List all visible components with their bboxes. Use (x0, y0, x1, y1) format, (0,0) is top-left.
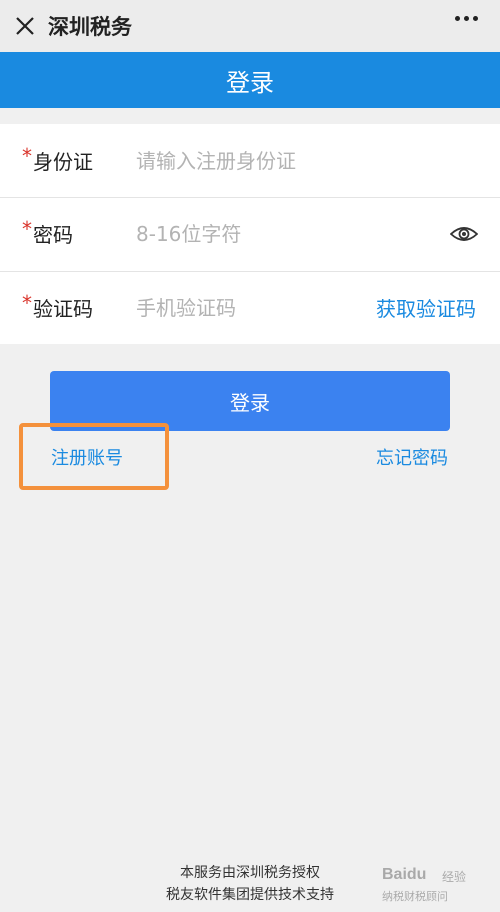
watermark-text: 经验 (442, 870, 467, 884)
id-row: * 身份证 (0, 124, 500, 197)
id-label: * 身份证 (22, 144, 93, 174)
watermark-logo: Baidu (382, 866, 427, 883)
eye-icon[interactable] (450, 224, 478, 244)
more-options-button[interactable] (455, 16, 478, 21)
password-input[interactable] (136, 213, 356, 254)
login-button[interactable]: 登录 (50, 371, 450, 431)
required-mark: * (22, 217, 32, 241)
watermark-caption: 纳税财税顾问 (382, 890, 448, 903)
code-row: * 验证码 获取验证码 (0, 271, 500, 344)
close-icon (16, 17, 34, 35)
code-input[interactable] (136, 287, 356, 328)
get-code-button[interactable]: 获取验证码 (376, 293, 476, 322)
login-header: 登录 (0, 52, 500, 108)
more-icon (455, 16, 460, 21)
page-title: 登录 (226, 68, 274, 97)
password-row: * 密码 (0, 197, 500, 270)
id-input[interactable] (136, 140, 356, 181)
code-label: * 验证码 (22, 291, 93, 321)
forgot-password-link[interactable]: 忘记密码 (376, 444, 448, 470)
required-mark: * (22, 144, 32, 168)
login-form: * 身份证 * 密码 * 验证码 获取验证码 (0, 124, 500, 344)
watermark: Baidu 经验 纳税财税顾问 (382, 862, 492, 908)
register-link[interactable]: 注册账号 (51, 444, 123, 470)
top-bar: 深圳税务 (0, 0, 500, 52)
close-button[interactable] (0, 0, 50, 52)
password-label: * 密码 (22, 217, 73, 247)
app-title: 深圳税务 (48, 15, 132, 39)
required-mark: * (22, 291, 32, 315)
